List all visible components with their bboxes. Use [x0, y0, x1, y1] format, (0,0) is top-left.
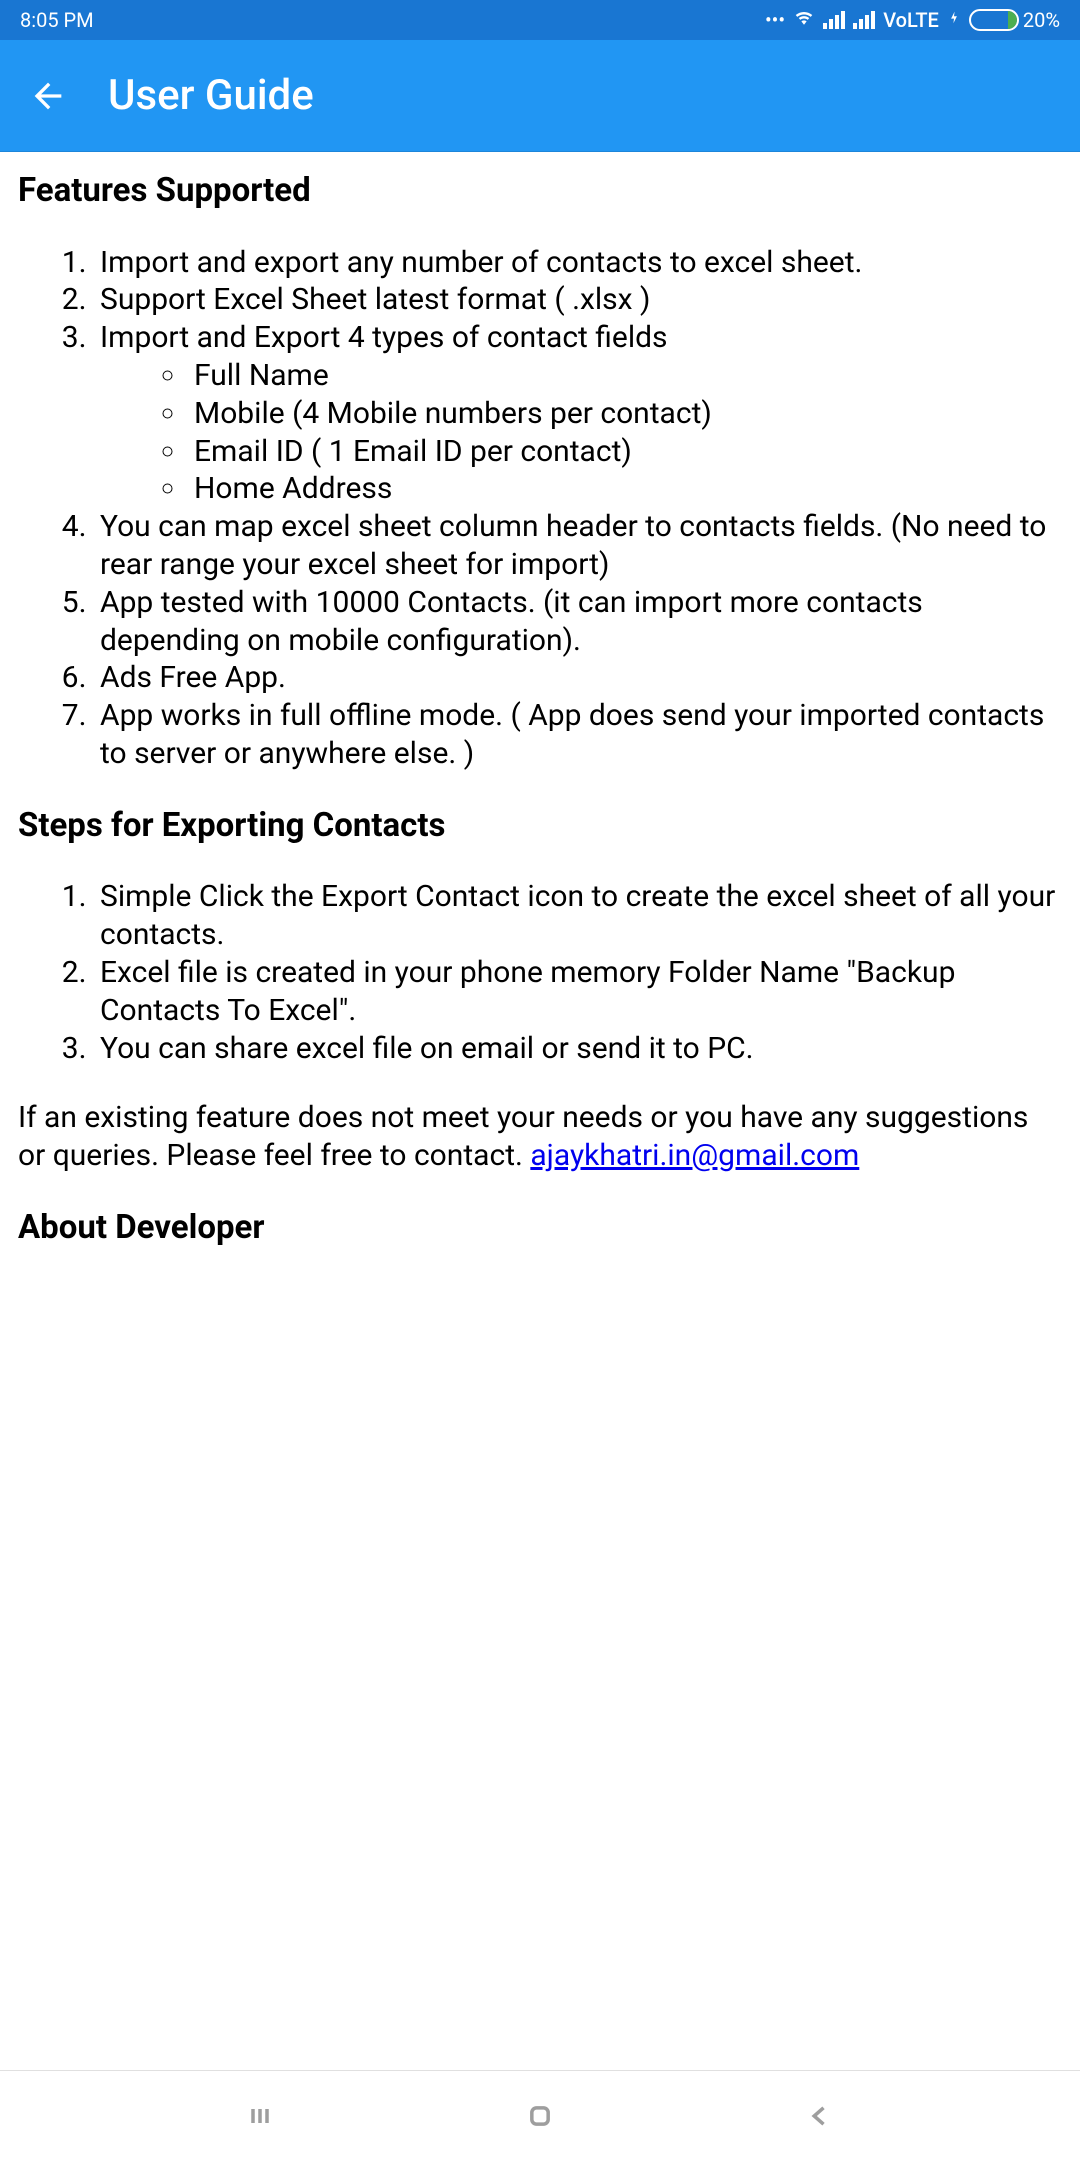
about-heading: About Developer	[18, 1207, 1062, 1249]
navigation-bar	[0, 2070, 1080, 2160]
feature-sub-item: Full Name	[188, 357, 1062, 395]
features-list: Import and export any number of contacts…	[18, 244, 1062, 773]
feature-sub-item: Email ID ( 1 Email ID per contact)	[188, 433, 1062, 471]
contact-text: If an existing feature does not meet you…	[18, 1100, 1028, 1173]
battery-percent: 20%	[1023, 8, 1060, 32]
feature-sub-item: Home Address	[188, 470, 1062, 508]
feature-item: Import and Export 4 types of contact fie…	[94, 319, 1062, 508]
export-step-item: You can share excel file on email or sen…	[94, 1030, 1062, 1068]
feature-item: App works in full offline mode. ( App do…	[94, 697, 1062, 773]
contact-paragraph: If an existing feature does not meet you…	[18, 1099, 1062, 1175]
feature-sublist: Full Name Mobile (4 Mobile numbers per c…	[100, 357, 1062, 508]
export-steps-list: Simple Click the Export Contact icon to …	[18, 878, 1062, 1067]
battery-icon	[969, 9, 1019, 31]
volte-label: VoLTE	[883, 8, 939, 32]
features-heading: Features Supported	[18, 170, 1062, 212]
app-bar: User Guide	[0, 40, 1080, 152]
feature-item: You can map excel sheet column header to…	[94, 508, 1062, 584]
more-icon: •••	[765, 8, 785, 32]
menu-icon	[246, 2102, 274, 2130]
wifi-icon	[793, 8, 815, 32]
home-button[interactable]	[516, 2092, 564, 2140]
export-heading: Steps for Exporting Contacts	[18, 805, 1062, 847]
feature-sub-item: Mobile (4 Mobile numbers per contact)	[188, 395, 1062, 433]
page-title: User Guide	[108, 71, 314, 120]
battery-indicator: 20%	[969, 8, 1060, 32]
export-step-item: Simple Click the Export Contact icon to …	[94, 878, 1062, 954]
charging-icon	[947, 8, 961, 33]
signal-bars-1-icon	[823, 11, 845, 29]
feature-item: Ads Free App.	[94, 659, 1062, 697]
content-area: Features Supported Import and export any…	[0, 152, 1080, 1248]
status-bar: 8:05 PM ••• VoLTE 20%	[0, 0, 1080, 40]
signal-bars-2-icon	[853, 11, 875, 29]
square-icon	[526, 2102, 554, 2130]
android-back-button[interactable]	[796, 2092, 844, 2140]
chevron-left-icon	[806, 2102, 834, 2130]
feature-item: Import and export any number of contacts…	[94, 244, 1062, 282]
contact-email-link[interactable]: ajaykhatri.in@gmail.com	[530, 1138, 859, 1173]
back-button[interactable]	[24, 72, 72, 120]
status-time: 8:05 PM	[20, 8, 94, 32]
recent-apps-button[interactable]	[236, 2092, 284, 2140]
export-step-item: Excel file is created in your phone memo…	[94, 954, 1062, 1030]
feature-item-text: Import and Export 4 types of contact fie…	[100, 320, 668, 355]
status-right: ••• VoLTE 20%	[765, 8, 1060, 33]
arrow-left-icon	[28, 76, 68, 116]
feature-item: App tested with 10000 Contacts. (it can …	[94, 584, 1062, 660]
feature-item: Support Excel Sheet latest format ( .xls…	[94, 281, 1062, 319]
